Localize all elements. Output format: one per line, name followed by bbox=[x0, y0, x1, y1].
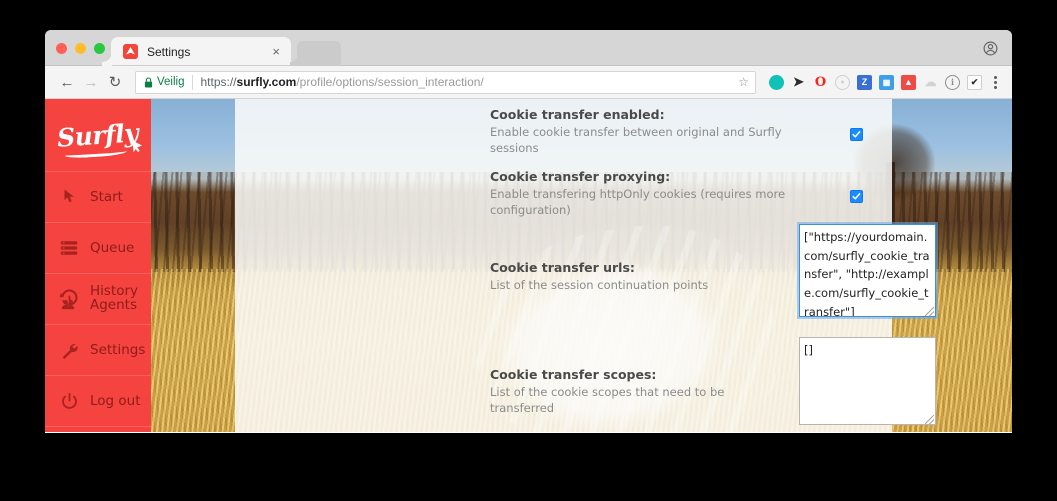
cursor-arrow-icon bbox=[58, 186, 80, 208]
url-host: surfly.com bbox=[236, 75, 297, 89]
grey-circle-extension-icon[interactable]: ● bbox=[835, 74, 850, 90]
zotero-extension-icon[interactable]: Z bbox=[857, 74, 872, 90]
field-text-block: Cookie transfer proxying: Enable transfe… bbox=[490, 169, 792, 219]
teal-blob-extension-icon[interactable] bbox=[769, 74, 784, 90]
checkbox-wrap bbox=[850, 128, 863, 141]
lock-icon bbox=[144, 76, 153, 88]
forward-button[interactable]: → bbox=[79, 70, 103, 94]
checkmark-extension-icon[interactable]: ✔ bbox=[967, 74, 982, 90]
extension-tray: ➤ O ● Z ▦ ▲ ☁ i ✔ bbox=[769, 74, 982, 90]
sidebar-item-label: Start bbox=[90, 189, 123, 205]
field-help-text: List of the cookie scopes that need to b… bbox=[490, 385, 725, 416]
checkbox-wrap bbox=[850, 190, 863, 203]
browser-titlebar: Settings × bbox=[45, 30, 1012, 66]
info-extension-icon[interactable]: i bbox=[945, 74, 960, 90]
black-cursor-extension-icon[interactable]: ➤ bbox=[791, 74, 806, 90]
field-help-text: Enable cookie transfer between original … bbox=[490, 125, 782, 156]
cloud-extension-icon[interactable]: ☁ bbox=[923, 75, 938, 90]
sidebar-item-label-agents: Agents bbox=[90, 297, 137, 313]
sidebar-nav: Start Queue History Agents Settings Log … bbox=[45, 171, 151, 427]
wrench-icon bbox=[58, 339, 80, 361]
back-button[interactable]: ← bbox=[55, 70, 79, 94]
chrome-menu-button[interactable] bbox=[988, 75, 1002, 89]
page-viewport: Surfly Start Queue History Agents Settin… bbox=[45, 99, 1012, 432]
sidebar-item-label: Queue bbox=[90, 240, 135, 256]
address-bar[interactable]: Veilig https://surfly.com/profile/option… bbox=[135, 70, 756, 94]
url-text: https://surfly.com/profile/options/sessi… bbox=[201, 75, 735, 89]
cookie-transfer-enabled-checkbox[interactable] bbox=[850, 128, 863, 141]
security-status-label: Veilig bbox=[157, 76, 185, 88]
form-row-cookie-transfer-urls: Cookie transfer urls: List of the sessio… bbox=[235, 224, 1012, 317]
form-row-cookie-transfer-enabled: Cookie transfer enabled: Enable cookie t… bbox=[235, 107, 1012, 157]
bookmark-star-icon[interactable]: ☆ bbox=[738, 75, 749, 89]
background-tab[interactable] bbox=[290, 41, 341, 66]
history-clock-icon bbox=[58, 288, 80, 310]
cookie-transfer-urls-textarea[interactable]: ["https://yourdomain.com/surfly_cookie_t… bbox=[799, 224, 936, 317]
form-row-cookie-transfer-scopes: Cookie transfer scopes: List of the cook… bbox=[235, 337, 1012, 425]
sidebar-item-logout[interactable]: Log out bbox=[45, 376, 151, 427]
sidebar-item-label: Settings bbox=[90, 342, 146, 358]
browser-tab-settings[interactable]: Settings × bbox=[102, 37, 291, 66]
surfly-logo[interactable]: Surfly bbox=[45, 99, 151, 171]
account-icon[interactable] bbox=[981, 39, 1000, 58]
settings-form: Cookie transfer enabled: Enable cookie t… bbox=[235, 99, 1012, 432]
close-window-button[interactable] bbox=[56, 43, 67, 54]
sidebar-item-settings[interactable]: Settings bbox=[45, 325, 151, 376]
field-text-block: Cookie transfer enabled: Enable cookie t… bbox=[490, 107, 792, 157]
cookie-transfer-scopes-textarea[interactable]: [] bbox=[799, 337, 936, 425]
url-path: /profile/options/session_interaction/ bbox=[296, 75, 484, 89]
field-label: Cookie transfer proxying: bbox=[490, 169, 671, 184]
textarea-wrap-scopes: [] bbox=[799, 337, 936, 425]
field-text-block: Cookie transfer urls: List of the sessio… bbox=[490, 260, 792, 293]
sidebar-item-history-agents[interactable]: History Agents bbox=[45, 274, 151, 325]
minimize-window-button[interactable] bbox=[75, 43, 86, 54]
textarea-wrap-urls: ["https://yourdomain.com/surfly_cookie_t… bbox=[799, 224, 936, 317]
close-icon[interactable]: × bbox=[269, 45, 283, 58]
form-row-cookie-transfer-proxying: Cookie transfer proxying: Enable transfe… bbox=[235, 169, 1012, 219]
surfly-favicon bbox=[123, 44, 138, 59]
omnibox-divider bbox=[191, 74, 193, 90]
reload-button[interactable]: ↻ bbox=[103, 70, 127, 94]
field-label: Cookie transfer urls: bbox=[490, 260, 635, 275]
url-scheme: https:// bbox=[200, 75, 237, 89]
sidebar-item-queue[interactable]: Queue bbox=[45, 223, 151, 274]
sidebar-item-label: Log out bbox=[90, 393, 141, 409]
red-doc-extension-icon[interactable]: ▲ bbox=[901, 74, 916, 90]
power-icon bbox=[58, 390, 80, 412]
sidebar-stacked-labels: History Agents bbox=[90, 284, 138, 313]
app-sidebar: Surfly Start Queue History Agents Settin… bbox=[45, 99, 151, 432]
brand-wordmark: Surfly bbox=[56, 117, 140, 153]
window-traffic-lights bbox=[56, 43, 105, 54]
stacked-bars-icon bbox=[58, 237, 80, 259]
cookie-transfer-proxying-checkbox[interactable] bbox=[850, 190, 863, 203]
screenshot-root: Settings × ← → ↻ Veilig https://surfly.c… bbox=[0, 0, 1057, 501]
field-label: Cookie transfer enabled: bbox=[490, 107, 665, 122]
opera-extension-icon[interactable]: O bbox=[813, 75, 828, 90]
sidebar-item-start[interactable]: Start bbox=[45, 172, 151, 223]
blue-panel-extension-icon[interactable]: ▦ bbox=[879, 74, 894, 90]
field-label: Cookie transfer scopes: bbox=[490, 367, 657, 382]
browser-toolbar: ← → ↻ Veilig https://surfly.com/profile/… bbox=[45, 66, 1012, 99]
tab-title: Settings bbox=[147, 44, 191, 59]
field-help-text: Enable transfering httpOnly cookies (req… bbox=[490, 187, 786, 218]
browser-window: Settings × ← → ↻ Veilig https://surfly.c… bbox=[45, 30, 1012, 433]
field-help-text: List of the session continuation points bbox=[490, 278, 709, 292]
field-text-block: Cookie transfer scopes: List of the cook… bbox=[490, 367, 792, 417]
